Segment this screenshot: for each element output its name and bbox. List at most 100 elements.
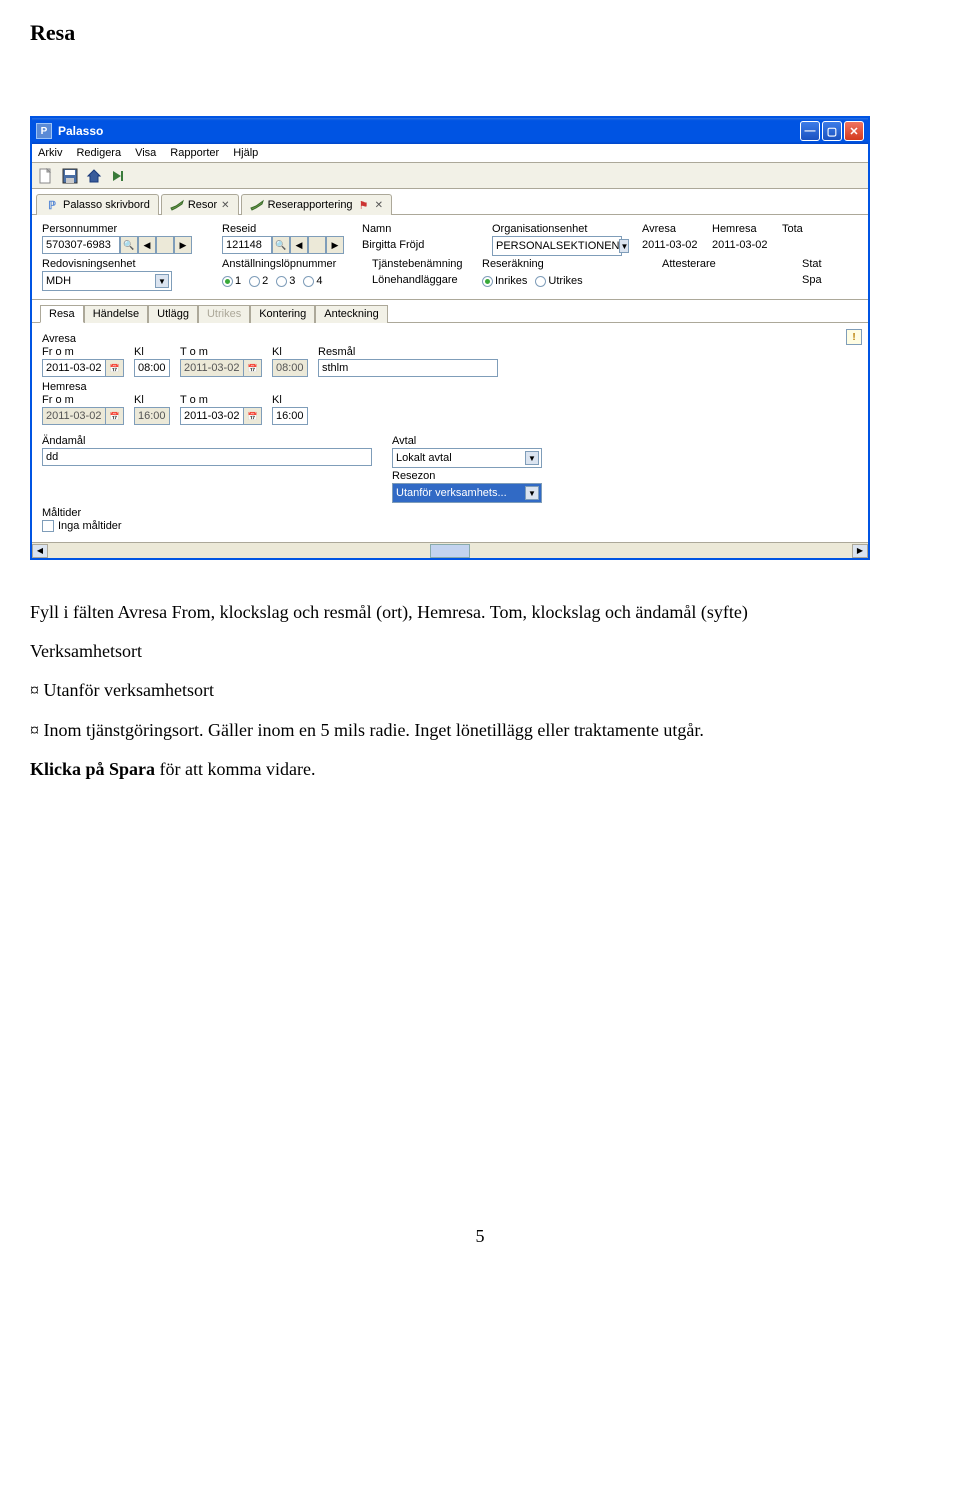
radio-3[interactable]: 3: [276, 275, 295, 287]
section-maltider: Måltider: [42, 507, 858, 519]
radio-inrikes[interactable]: Inrikes: [482, 275, 527, 287]
section-hemresa: Hemresa: [42, 381, 858, 393]
bold-text: Klicka på Spara: [30, 759, 155, 779]
toolbar: [32, 163, 868, 189]
scroll-right-icon[interactable]: ▶: [852, 544, 868, 558]
travel-icon: [250, 198, 264, 212]
search-icon[interactable]: 🔍: [272, 236, 290, 254]
scroll-thumb[interactable]: [430, 544, 470, 558]
close-button[interactable]: ✕: [844, 121, 864, 141]
label-tjbenam: Tjänstebenämning: [372, 258, 472, 270]
hemresa-kl1-input[interactable]: [134, 407, 170, 425]
radio-dot-icon: [249, 276, 260, 287]
reserakning-radio-group: Inrikes Utrikes: [482, 271, 592, 291]
horizontal-scrollbar[interactable]: ◀ ▶: [32, 542, 868, 558]
close-tab-icon[interactable]: ✕: [375, 200, 383, 211]
avresa-kl1-input[interactable]: [134, 359, 170, 377]
avresa-from-input[interactable]: [42, 359, 106, 377]
inga-maltider-checkbox[interactable]: Inga måltider: [42, 520, 858, 532]
resezon-select[interactable]: Utanför verksamhets... ▼: [392, 483, 542, 503]
tab-skrivbord[interactable]: ℙ Palasso skrivbord: [36, 194, 159, 215]
app-icon: P: [36, 123, 52, 139]
label-reserakning: Reseräkning: [482, 258, 592, 270]
hemresa-tom-input[interactable]: [180, 407, 244, 425]
calendar-icon[interactable]: 📅: [244, 359, 262, 377]
menu-rapporter[interactable]: Rapporter: [170, 147, 219, 159]
label-resmal: Resmål: [318, 346, 498, 358]
avresa-tom-input[interactable]: [180, 359, 244, 377]
save-icon[interactable]: [62, 168, 78, 184]
radio-dot-icon: [222, 276, 233, 287]
close-tab-icon[interactable]: ✕: [221, 200, 229, 211]
calendar-icon[interactable]: 📅: [106, 407, 124, 425]
radio-4[interactable]: 4: [303, 275, 322, 287]
radio-dot-icon: [482, 276, 493, 287]
menu-hjalp[interactable]: Hjälp: [233, 147, 258, 159]
radio-dot-icon: [303, 276, 314, 287]
hemresa-kl2-input[interactable]: [272, 407, 308, 425]
menu-redigera[interactable]: Redigera: [76, 147, 121, 159]
radio-dot-icon: [276, 276, 287, 287]
tab-resor[interactable]: Resor ✕: [161, 194, 239, 215]
label-from: Fr o m: [42, 346, 124, 358]
orgenhet-select[interactable]: PERSONALSEKTIONEN ▼: [492, 236, 622, 256]
titlebar: P Palasso — ▢ ✕: [32, 118, 868, 144]
resmal-input[interactable]: [318, 359, 498, 377]
subtab-utlagg[interactable]: Utlägg: [148, 305, 198, 323]
prev-icon[interactable]: ◀: [138, 236, 156, 254]
chevron-down-icon: ▼: [155, 274, 169, 288]
maximize-button[interactable]: ▢: [822, 121, 842, 141]
avtal-value: Lokalt avtal: [396, 452, 452, 464]
menu-visa[interactable]: Visa: [135, 147, 156, 159]
avresa-kl2-input[interactable]: [272, 359, 308, 377]
header-form: Personnummer 🔍 ◀ ▶ Reseid 🔍: [32, 215, 868, 300]
subtab-utrikes: Utrikes: [198, 305, 250, 323]
forward-icon[interactable]: [110, 168, 126, 184]
label-redov: Redovisningsenhet: [42, 258, 182, 270]
minimize-button[interactable]: —: [800, 121, 820, 141]
subtab-anteckning[interactable]: Anteckning: [315, 305, 387, 323]
radio-2[interactable]: 2: [249, 275, 268, 287]
radio-utrikes[interactable]: Utrikes: [535, 275, 582, 287]
subtab-resa[interactable]: Resa: [40, 305, 84, 323]
calendar-icon[interactable]: 📅: [244, 407, 262, 425]
andamal-input[interactable]: [42, 448, 372, 466]
scroll-track[interactable]: [48, 544, 852, 558]
tab-label: Palasso skrivbord: [63, 199, 150, 211]
next-icon[interactable]: ▶: [174, 236, 192, 254]
help-icon[interactable]: !: [846, 329, 862, 345]
personnummer-input[interactable]: [42, 236, 120, 254]
bullet-paragraph: ¤ Utanför verksamhetsort: [30, 678, 930, 703]
avtal-select[interactable]: Lokalt avtal ▼: [392, 448, 542, 468]
scroll-left-icon[interactable]: ◀: [32, 544, 48, 558]
search-icon[interactable]: 🔍: [120, 236, 138, 254]
flag-icon: ⚑: [357, 198, 371, 212]
p-icon: ℙ: [45, 198, 59, 212]
final-paragraph: Klicka på Spara för att komma vidare.: [30, 757, 930, 782]
subtab-handelse[interactable]: Händelse: [84, 305, 148, 323]
label-kl: Kl: [272, 394, 308, 406]
label-tom: T o m: [180, 394, 262, 406]
label-reseid: Reseid: [222, 223, 332, 235]
new-icon[interactable]: [38, 168, 54, 184]
redov-select[interactable]: MDH ▼: [42, 271, 172, 291]
label-avtal: Avtal: [392, 435, 552, 447]
doc-heading: Resa: [30, 20, 930, 46]
resezon-value: Utanför verksamhets...: [396, 487, 507, 499]
next-icon[interactable]: ▶: [326, 236, 344, 254]
radio-1[interactable]: 1: [222, 275, 241, 287]
prev-icon[interactable]: ◀: [290, 236, 308, 254]
calendar-icon[interactable]: 📅: [106, 359, 124, 377]
stat-value: Spa: [802, 271, 826, 286]
home-icon[interactable]: [86, 168, 102, 184]
label-personnummer: Personnummer: [42, 223, 162, 235]
hemresa-from-input[interactable]: [42, 407, 106, 425]
menu-arkiv[interactable]: Arkiv: [38, 147, 62, 159]
tab-reserapportering[interactable]: Reserapportering ⚑ ✕: [241, 194, 392, 215]
anst-radio-group: 1 2 3 4: [222, 271, 362, 291]
reseid-input[interactable]: [222, 236, 272, 254]
bullet-paragraph: ¤ Inom tjänstgöringsort. Gäller inom en …: [30, 718, 930, 743]
subtab-kontering[interactable]: Kontering: [250, 305, 315, 323]
checkbox-icon: [42, 520, 54, 532]
chevron-down-icon: ▼: [619, 239, 629, 253]
